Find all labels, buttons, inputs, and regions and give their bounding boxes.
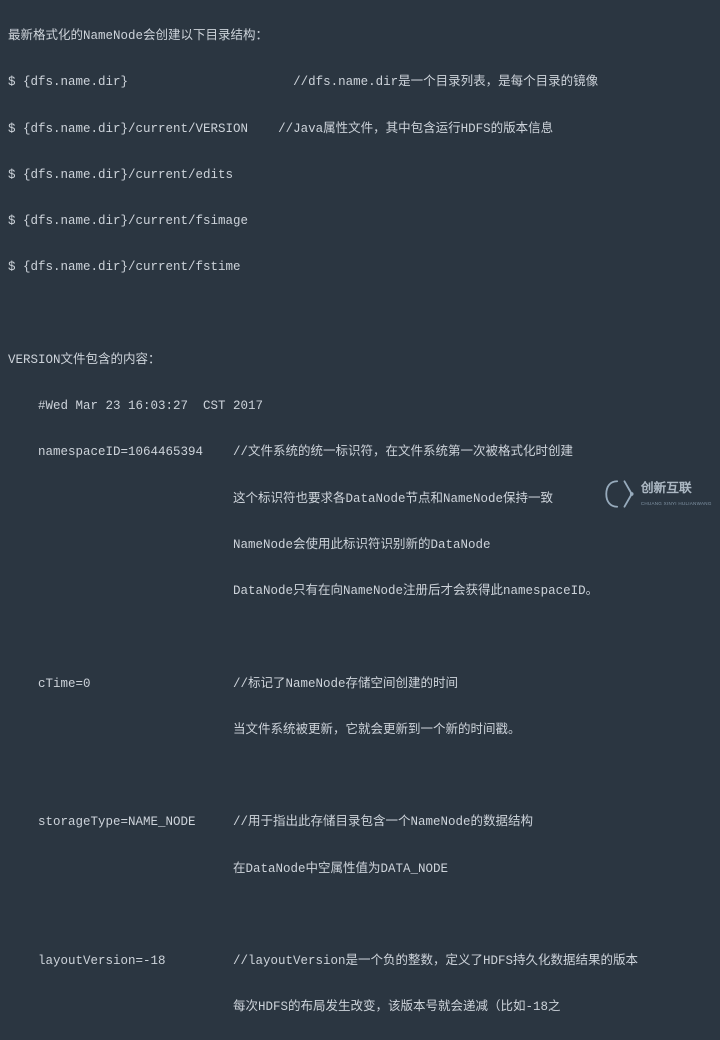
ver-line-12: layoutVersion=-18 //layoutVersion是一个负的整数… — [8, 950, 712, 973]
ver-line-13: 每次HDFS的布局发生改变，该版本号就会递减（比如-18之 — [8, 996, 712, 1019]
ver-line-7: 当文件系统被更新，它就会更新到一个新的时间戳。 — [8, 719, 712, 742]
intro-line: 最新格式化的NameNode会创建以下目录结构： — [8, 25, 712, 48]
ver-line-10: 在DataNode中空属性值为DATA_NODE — [8, 858, 712, 881]
ver-line-6: cTime=0 //标记了NameNode存储空间创建的时间 — [8, 673, 712, 696]
blank-line: ​ — [8, 303, 712, 326]
ver-line-11: ​ — [8, 904, 712, 927]
ver-line-9: storageType=NAME_NODE //用于指出此存储目录包含一个Nam… — [8, 811, 712, 834]
section-header: VERSION文件包含的内容： — [8, 349, 712, 372]
ver-line-2: 这个标识符也要求各DataNode节点和NameNode保持一致 — [8, 488, 712, 511]
dir-line-2: $ {dfs.name.dir}/current/edits — [8, 164, 712, 187]
ver-line-5: ​ — [8, 626, 712, 649]
ver-line-4: DataNode只有在向NameNode注册后才会获得此namespaceID。 — [8, 580, 712, 603]
ver-line-8: ​ — [8, 765, 712, 788]
dir-line-0: $ {dfs.name.dir} //dfs.name.dir是一个目录列表，是… — [8, 71, 712, 94]
dir-line-3: $ {dfs.name.dir}/current/fsimage — [8, 210, 712, 233]
dir-line-4: $ {dfs.name.dir}/current/fstime — [8, 256, 712, 279]
ver-line-0: #Wed Mar 23 16:03:27 CST 2017 — [8, 395, 712, 418]
ver-line-1: namespaceID=1064465394 //文件系统的统一标识符，在文件系… — [8, 441, 712, 464]
dir-line-1: $ {dfs.name.dir}/current/VERSION //Java属… — [8, 118, 712, 141]
ver-line-3: NameNode会使用此标识符识别新的DataNode — [8, 534, 712, 557]
code-block: 最新格式化的NameNode会创建以下目录结构： $ {dfs.name.dir… — [0, 0, 720, 1040]
